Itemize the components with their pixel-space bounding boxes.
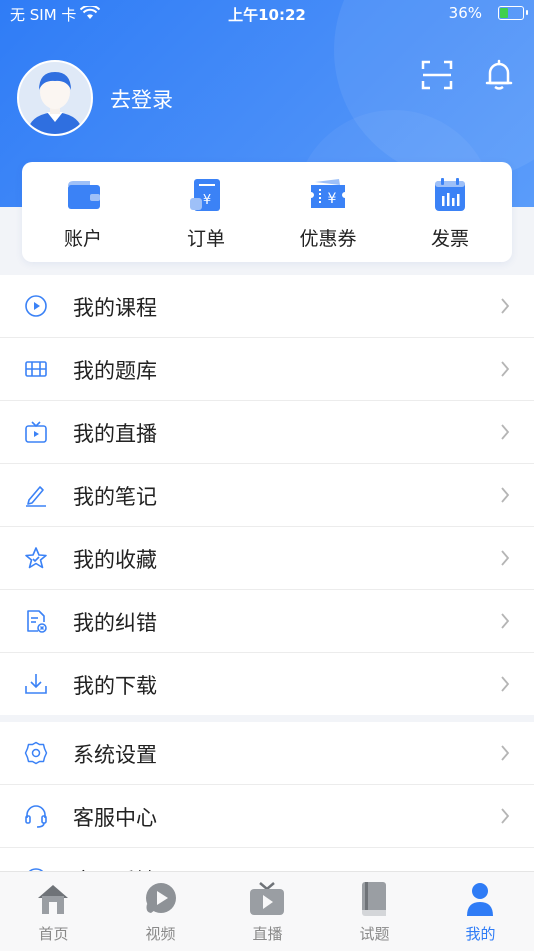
tab-questions[interactable]: 试题 <box>321 872 428 951</box>
menu-item-label: 我的收藏 <box>73 548 157 572</box>
headset-icon <box>25 805 47 828</box>
quick-action-label: 订单 <box>186 228 225 250</box>
status-bar: 无 SIM 卡 上午10:22 36% <box>0 0 534 28</box>
chevron-right-icon <box>501 550 510 566</box>
tab-label: 首页 <box>38 925 69 943</box>
tab-live[interactable]: 直播 <box>214 872 321 951</box>
menu-item-courses[interactable]: 我的课程 <box>0 275 534 338</box>
download-icon <box>25 674 47 694</box>
error-doc-icon <box>27 610 47 633</box>
menu-item-corrections[interactable]: 我的纠错 <box>0 590 534 653</box>
menu-item-label: 我的课程 <box>73 296 157 320</box>
tab-video[interactable]: 视频 <box>107 872 214 951</box>
svg-text:¥: ¥ <box>203 193 211 208</box>
quick-action-label: 账户 <box>63 228 102 250</box>
invoice-icon <box>435 178 465 211</box>
menu-item-downloads[interactable]: 我的下载 <box>0 653 534 715</box>
live-icon <box>250 882 284 915</box>
chevron-right-icon <box>501 298 510 314</box>
chevron-right-icon <box>501 361 510 377</box>
video-icon <box>146 883 176 913</box>
avatar[interactable] <box>17 60 93 136</box>
quick-action-invoice[interactable]: 发票 <box>389 162 511 262</box>
question-bank-icon <box>25 361 47 377</box>
home-icon <box>38 885 68 914</box>
receipt-icon: ¥ <box>190 179 220 211</box>
tab-profile[interactable]: 我的 <box>427 872 534 951</box>
live-tv-icon <box>25 421 47 443</box>
play-circle-icon <box>25 295 47 317</box>
menu-item-label: 我的纠错 <box>73 611 157 635</box>
quick-action-coupons[interactable]: ¥ 优惠券 <box>267 162 389 262</box>
tab-label: 直播 <box>252 925 283 943</box>
tab-bar: 首页 视频 直播 试题 我的 <box>0 871 534 951</box>
svg-text:¥: ¥ <box>328 191 337 207</box>
chevron-right-icon <box>501 424 510 440</box>
battery-nub <box>526 10 528 15</box>
menu-item-notes[interactable]: 我的笔记 <box>0 464 534 527</box>
coupon-icon: ¥ <box>311 179 345 208</box>
gear-icon <box>24 741 48 765</box>
wallet-icon <box>68 181 100 209</box>
book-icon <box>362 882 386 916</box>
quick-action-account[interactable]: 账户 <box>22 162 144 262</box>
menu-item-label: 我的直播 <box>73 422 157 446</box>
battery-percent: 36% <box>448 4 482 22</box>
tab-label: 我的 <box>465 925 496 943</box>
profile-icon <box>467 883 493 916</box>
tab-home[interactable]: 首页 <box>0 872 107 951</box>
chevron-right-icon <box>501 808 510 824</box>
chevron-right-icon <box>501 745 510 761</box>
menu-item-label: 客服中心 <box>73 806 157 830</box>
chevron-right-icon <box>501 613 510 629</box>
quick-actions-card: 账户 ¥ 订单 ¥ 优惠券 发票 <box>22 162 512 262</box>
menu-item-label: 我的题库 <box>73 359 157 383</box>
menu-group-personal: 我的课程 我的题库 我的直播 我的笔记 我的收藏 我的纠错 我的下载 <box>0 275 534 715</box>
quick-action-label: 优惠券 <box>299 228 357 250</box>
pencil-icon <box>26 486 46 507</box>
menu-item-label: 我的笔记 <box>73 485 157 509</box>
star-icon <box>25 547 47 569</box>
tab-label: 视频 <box>145 925 176 943</box>
menu-item-label: 我的下载 <box>73 674 157 698</box>
menu-item-label: 系统设置 <box>73 743 157 767</box>
bell-icon[interactable] <box>482 58 516 92</box>
menu-item-settings[interactable]: 系统设置 <box>0 722 534 785</box>
login-link[interactable]: 去登录 <box>110 84 173 114</box>
menu-item-question-bank[interactable]: 我的题库 <box>0 338 534 401</box>
battery-icon <box>498 6 524 20</box>
tab-label: 试题 <box>359 925 390 943</box>
chevron-right-icon <box>501 676 510 692</box>
menu-item-favorites[interactable]: 我的收藏 <box>0 527 534 590</box>
quick-action-orders[interactable]: ¥ 订单 <box>145 162 267 262</box>
menu-item-live[interactable]: 我的直播 <box>0 401 534 464</box>
menu-item-support[interactable]: 客服中心 <box>0 785 534 848</box>
quick-action-label: 发票 <box>430 228 469 250</box>
chevron-right-icon <box>501 487 510 503</box>
scan-icon[interactable] <box>420 58 454 92</box>
